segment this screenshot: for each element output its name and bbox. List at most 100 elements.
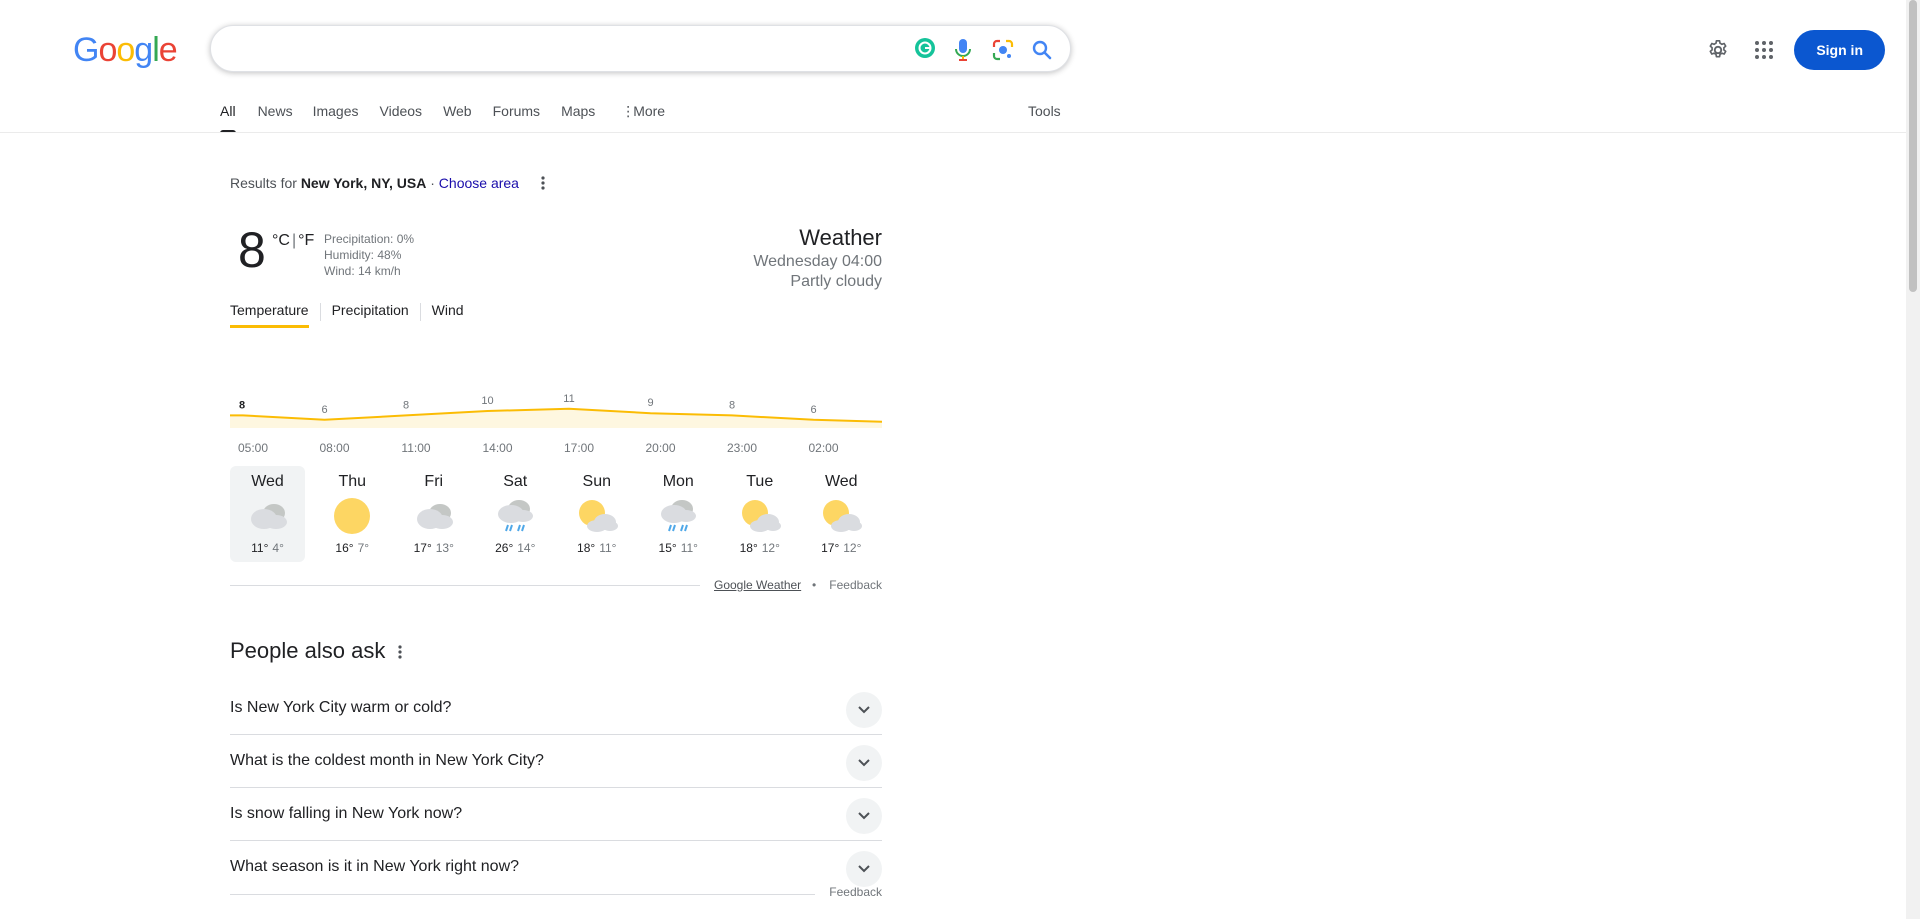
people-also-ask-title: People also ask <box>230 638 386 663</box>
paa-question[interactable]: What season is it in New York right now? <box>230 841 882 894</box>
tab-label: Forums <box>492 103 541 119</box>
divider <box>230 894 815 895</box>
scrollbar[interactable] <box>1906 0 1920 919</box>
high-temp: 17° <box>413 541 432 555</box>
grammarly-icon[interactable] <box>910 33 940 63</box>
day-forecast-mon[interactable]: Mon 15° 11° <box>638 466 720 562</box>
google-lens-icon[interactable] <box>988 35 1018 65</box>
location-place: New York, NY, USA <box>300 175 427 191</box>
tab-forums[interactable]: Forums <box>493 95 540 133</box>
logo-letter: e <box>158 31 178 69</box>
tab-divider <box>319 303 321 321</box>
search-icon[interactable] <box>1027 35 1057 65</box>
google-logo[interactable]: Google <box>73 30 178 70</box>
search-box[interactable] <box>210 25 1071 72</box>
apps-grid-icon[interactable] <box>1744 30 1784 70</box>
google-weather-link[interactable]: Google Weather <box>714 578 801 592</box>
low-temp: 12° <box>843 541 862 555</box>
rain-icon <box>475 496 557 536</box>
weather-tab-wind[interactable]: Wind <box>432 300 464 330</box>
precipitation-stat: Precipitation: 0% <box>324 232 415 246</box>
microphone-icon[interactable] <box>948 35 978 65</box>
more-options-icon[interactable] <box>392 640 408 664</box>
day-forecast-sun[interactable]: Sun 18° 11° <box>556 466 638 562</box>
paa-question[interactable]: Is snow falling in New York now? <box>230 788 882 841</box>
logo-letter: o <box>116 31 135 69</box>
low-temp: 11° <box>599 541 617 555</box>
weather-header: Weather Wednesday 04:00 Partly cloudy <box>753 224 882 292</box>
weather-condition: Partly cloudy <box>790 273 882 290</box>
paa-question-text: Is snow falling in New York now? <box>230 805 463 822</box>
paa-question[interactable]: Is New York City warm or cold? <box>230 682 882 735</box>
scrollbar-thumb[interactable] <box>1909 0 1917 292</box>
vertical-dots-icon: ⋮ <box>621 103 636 119</box>
tab-videos[interactable]: Videos <box>380 95 423 133</box>
low-temp: 4° <box>272 541 284 555</box>
day-temps: 18° 11° <box>556 541 638 555</box>
day-forecast-wed[interactable]: Wed 17° 12° <box>801 466 883 562</box>
temperature-label: 6 <box>321 404 327 416</box>
chevron-down-icon[interactable] <box>846 745 882 781</box>
tab-label: Maps <box>561 103 596 119</box>
divider <box>230 585 700 586</box>
tab-label: News <box>257 103 293 119</box>
day-name: Mon <box>662 473 694 490</box>
low-temp: 12° <box>761 541 780 555</box>
tab-images[interactable]: Images <box>313 95 359 133</box>
tab-more[interactable]: ⋮ More <box>621 95 665 133</box>
chevron-down-icon[interactable] <box>846 692 882 728</box>
partly-cloudy-icon <box>719 496 801 536</box>
day-forecast-fri[interactable]: Fri 17° 13° <box>393 466 475 562</box>
day-temps: 11° 4° <box>230 541 305 555</box>
weather-feedback-link[interactable]: Feedback <box>829 578 882 592</box>
day-forecast-thu[interactable]: Thu 16° 7° <box>312 466 394 562</box>
day-forecast-sat[interactable]: Sat 26° 14° <box>475 466 557 562</box>
weather-tab-precipitation[interactable]: Precipitation <box>332 300 409 330</box>
day-forecast-wed[interactable]: Wed 11° 4° <box>230 466 305 562</box>
tools-button[interactable]: Tools <box>1028 103 1061 119</box>
sunny-icon <box>312 496 394 536</box>
paa-question-text: What is the coldest month in New York Ci… <box>230 752 544 769</box>
humidity-stat: Humidity: 48% <box>324 248 402 262</box>
weather-tabs: Temperature Precipitation Wind <box>230 300 464 330</box>
logo-letter: G <box>73 31 99 69</box>
partly-cloudy-icon <box>556 496 638 536</box>
day-name: Wed <box>251 473 284 490</box>
paa-question[interactable]: What is the coldest month in New York Ci… <box>230 735 882 788</box>
temperature-label: 8 <box>239 399 245 411</box>
separator-dot: • <box>812 578 817 592</box>
paa-question-text: Is New York City warm or cold? <box>230 699 452 716</box>
weather-tab-temperature[interactable]: Temperature <box>230 300 309 330</box>
high-temp: 11° <box>251 541 269 555</box>
fahrenheit-toggle[interactable]: °F <box>298 232 314 249</box>
sign-in-button[interactable]: Sign in <box>1794 30 1885 70</box>
header-actions: Sign in <box>1698 30 1885 70</box>
tab-web[interactable]: Web <box>443 95 472 133</box>
more-options-icon[interactable] <box>533 172 553 194</box>
tab-maps[interactable]: Maps <box>561 95 595 133</box>
hour-label: 02:00 <box>808 441 839 455</box>
low-temp: 11° <box>680 541 698 555</box>
day-name: Sun <box>582 473 611 490</box>
paa-feedback-link[interactable]: Feedback <box>829 885 882 899</box>
location-prefix: Results for <box>230 175 297 191</box>
day-name: Fri <box>424 473 444 490</box>
choose-area-link[interactable]: Choose area <box>439 175 519 191</box>
unit-toggle: °C | °F <box>272 232 314 250</box>
search-input[interactable] <box>231 34 911 64</box>
chevron-down-icon[interactable] <box>846 798 882 834</box>
tab-news[interactable]: News <box>258 95 293 133</box>
current-temperature: 8 <box>238 222 266 278</box>
logo-letter: o <box>98 31 117 69</box>
hour-label: 14:00 <box>482 441 513 455</box>
chevron-down-icon[interactable] <box>846 851 882 887</box>
celsius-toggle[interactable]: °C <box>272 232 290 249</box>
low-temp: 7° <box>357 541 370 555</box>
temperature-label: 9 <box>647 397 653 409</box>
weather-title: Weather <box>799 225 882 250</box>
day-forecast-tue[interactable]: Tue 18° 12° <box>719 466 801 562</box>
tab-all[interactable]: All <box>220 95 236 133</box>
settings-gear-icon[interactable] <box>1698 30 1738 70</box>
low-temp: 13° <box>435 541 454 555</box>
high-temp: 18° <box>577 541 596 555</box>
